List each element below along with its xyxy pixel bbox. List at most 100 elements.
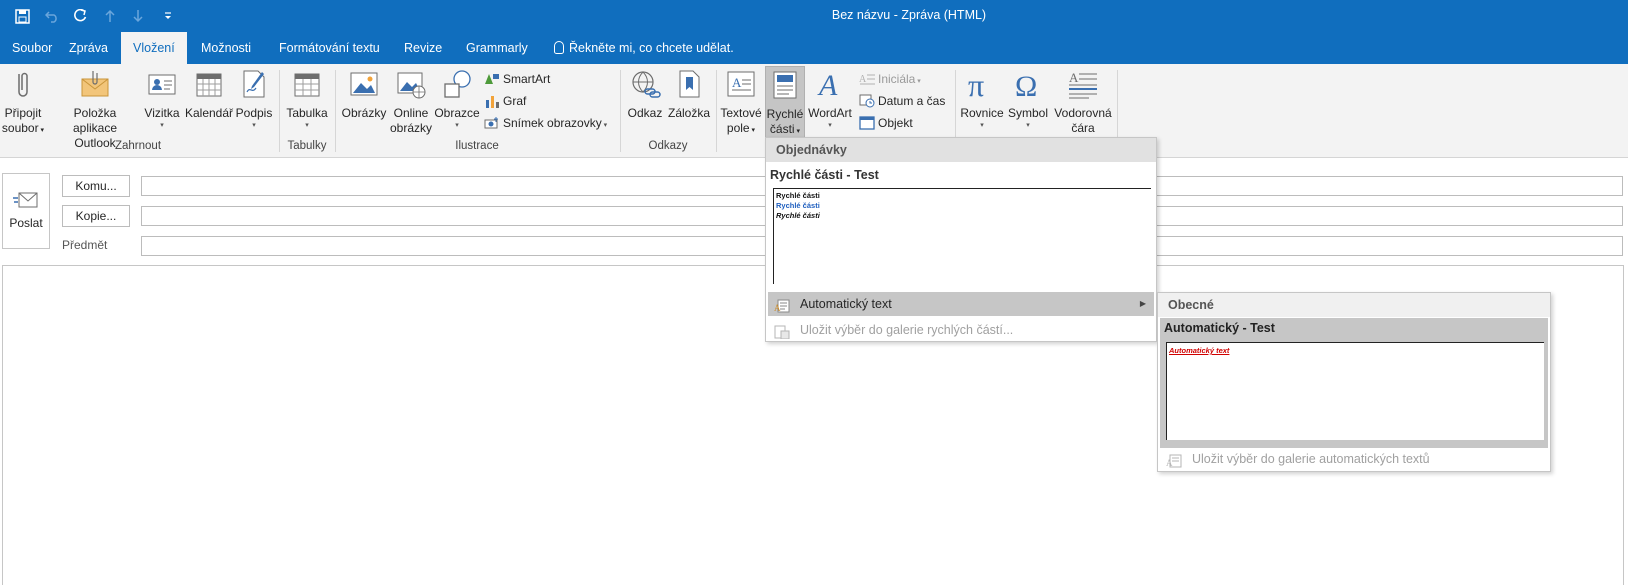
chevron-down-icon: ▾ (915, 78, 921, 85)
to-button[interactable]: Komu... (62, 175, 130, 197)
online-pictures-label2: obrázky (389, 121, 433, 135)
chevron-down-icon: ▾ (794, 128, 801, 135)
autotext-item-title: Automatický - Test (1164, 321, 1275, 335)
equation-button[interactable]: π Rovnice ▾ (960, 67, 1004, 130)
calendar-button[interactable]: Kalendář (184, 68, 234, 121)
chart-icon (484, 94, 500, 108)
equation-label: Rovnice (960, 106, 1004, 120)
group-separator (335, 70, 336, 152)
group-separator (716, 70, 717, 152)
link-button[interactable]: Odkaz (624, 68, 666, 121)
drop-cap-button[interactable]: A Iniciála ▾ (859, 72, 921, 86)
save-to-quick-parts-label: Uložit výběr do galerie rychlých částí..… (800, 323, 1014, 337)
chevron-down-icon: ▾ (305, 122, 309, 129)
save-to-autotext-item: A Uložit výběr do galerie automatických … (1160, 447, 1548, 471)
tell-me-label: Řekněte mi, co chcete udělat. (569, 41, 734, 55)
horizontal-line-label2: čára (1071, 121, 1095, 135)
pi-icon: π (966, 67, 998, 103)
table-button[interactable]: Tabulka ▾ (284, 68, 330, 130)
bookmark-button[interactable]: Záložka (666, 68, 712, 121)
tab-moznosti[interactable]: Možnosti (189, 32, 263, 64)
chart-button[interactable]: Graf (484, 94, 526, 108)
text-box-button[interactable]: A Textové pole ▾ (718, 68, 764, 138)
chevron-down-icon: ▾ (160, 122, 164, 129)
preview-line: Automatický text (1169, 346, 1230, 355)
online-pictures-button[interactable]: Online obrázky (388, 68, 434, 136)
preview-line: Rychlé části (776, 201, 820, 210)
ribbon-tabs: Soubor Zpráva Vložení Možnosti Formátová… (0, 32, 1628, 64)
chart-label: Graf (503, 94, 527, 108)
pictures-button[interactable]: Obrázky (340, 68, 388, 121)
cc-button[interactable]: Kopie... (62, 205, 130, 227)
wordart-icon: A (814, 68, 846, 102)
attach-file-button[interactable]: Připojit soubor ▾ (0, 68, 46, 138)
chevron-down-icon: ▾ (1026, 122, 1030, 129)
autotext-icon: A (774, 297, 790, 313)
window-title: Bez názvu - Zpráva (HTML) (831, 8, 987, 22)
horizontal-line-icon: A (1067, 68, 1099, 100)
save-to-quick-parts-item: Uložit výběr do galerie rychlých částí..… (768, 318, 1154, 342)
tab-zprava[interactable]: Zpráva (57, 32, 120, 64)
save-gallery-icon (774, 323, 790, 340)
business-card-button[interactable]: Vizitka ▾ (142, 68, 182, 130)
tab-formatovani-textu[interactable]: Formátování textu (267, 32, 392, 64)
send-label: Poslat (9, 216, 43, 230)
object-icon (859, 116, 875, 130)
picture-icon (348, 68, 380, 100)
smartart-label: SmartArt (503, 72, 551, 86)
lightbulb-icon (554, 41, 564, 54)
object-button[interactable]: Objekt (859, 116, 913, 130)
svg-text:A: A (817, 69, 838, 100)
calendar-label: Kalendář (184, 106, 234, 120)
shapes-button[interactable]: Obrazce ▾ (434, 68, 480, 130)
svg-text:A: A (1166, 458, 1173, 468)
screenshot-button[interactable]: Snímek obrazovky ▾ (484, 116, 607, 130)
attach-file-label2: soubor (1, 121, 39, 135)
tab-revize[interactable]: Revize (392, 32, 454, 64)
horizontal-line-button[interactable]: A Vodorovná čára (1052, 68, 1114, 136)
text-box-label2: pole (726, 121, 750, 135)
drop-cap-label: Iniciála (878, 72, 916, 86)
autotext-submenu: Obecné Automatický - Test Automatický te… (1157, 292, 1551, 472)
smartart-button[interactable]: SmartArt (484, 72, 550, 86)
quick-parts-button[interactable]: Rychlé části ▾ (765, 66, 805, 138)
quick-parts-gallery-item[interactable]: Rychlé části - Test Rychlé části Rychlé … (766, 162, 1156, 284)
svg-text:A: A (774, 303, 781, 313)
quick-parts-icon (769, 69, 801, 101)
group-label-illustrations: Ilustrace (455, 140, 499, 152)
pictures-label: Obrázky (341, 106, 387, 120)
tell-me-search[interactable]: Řekněte mi, co chcete udělat. (542, 32, 746, 64)
bookmark-label: Záložka (667, 106, 711, 120)
svg-text:A: A (859, 74, 867, 85)
shapes-label: Obrazce (434, 106, 480, 120)
wordart-label: WordArt (808, 106, 852, 120)
chevron-down-icon: ▾ (980, 122, 984, 129)
link-globe-icon (629, 68, 661, 100)
date-time-icon (859, 94, 875, 108)
autotext-menu-item[interactable]: A Automatický text ▶ (768, 292, 1154, 316)
envelope-clip-icon (79, 68, 111, 100)
signature-label: Podpis (235, 106, 273, 120)
text-box-label1: Textové (720, 106, 762, 120)
tab-vlozeni[interactable]: Vložení (121, 32, 187, 64)
autotext-gallery-item[interactable]: Automatický - Test Automatický text (1160, 318, 1548, 448)
svg-text:Ω: Ω (1015, 70, 1037, 100)
signature-button[interactable]: Podpis ▾ (234, 68, 274, 130)
quick-parts-category: Objednávky (766, 138, 1156, 162)
tab-grammarly[interactable]: Grammarly (454, 32, 540, 64)
svg-text:π: π (968, 68, 984, 100)
date-time-button[interactable]: Datum a čas (859, 94, 945, 108)
group-separator (620, 70, 621, 152)
object-label: Objekt (878, 116, 913, 130)
symbol-button[interactable]: Ω Symbol ▾ (1006, 68, 1050, 130)
outlook-item-button[interactable]: Položka aplikace Outlook (50, 68, 140, 151)
wordart-button[interactable]: A WordArt ▾ (806, 68, 854, 130)
preview-line: Rychlé části (776, 211, 820, 220)
bookmark-icon (673, 68, 705, 100)
send-button[interactable]: Poslat (2, 173, 50, 249)
title-bar: Bez názvu - Zpráva (HTML) (0, 0, 1628, 32)
tab-soubor[interactable]: Soubor (0, 32, 64, 64)
horizontal-line-label1: Vodorovná (1054, 106, 1112, 120)
paperclip-icon (7, 68, 39, 100)
subject-label: Předmět (62, 238, 108, 252)
